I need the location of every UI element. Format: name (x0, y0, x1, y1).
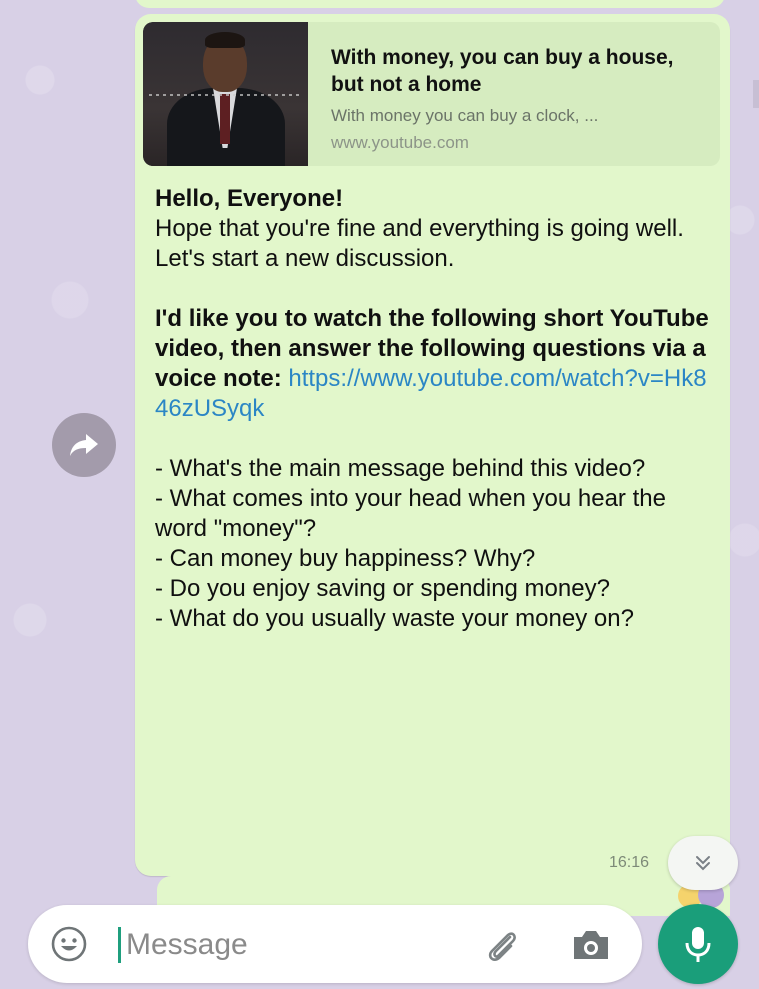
forward-button[interactable] (52, 413, 116, 477)
question-item: - Do you enjoy saving or spending money? (155, 575, 610, 602)
message-bubble[interactable]: With money, you can buy a house, but not… (135, 14, 730, 876)
scroll-to-bottom-button[interactable] (668, 836, 738, 890)
question-item: - Can money buy happiness? Why? (155, 545, 536, 572)
question-item: - What comes into your head when you hea… (155, 485, 666, 542)
message-greeting: Hello, Everyone! (155, 185, 344, 212)
voice-record-button[interactable] (658, 904, 738, 984)
video-thumbnail[interactable] (143, 22, 308, 166)
scrollbar (753, 80, 759, 108)
message-composer (28, 905, 642, 983)
text-cursor (118, 927, 121, 963)
message-line: Hope that you're fine and everything is … (155, 215, 684, 242)
message-timestamp: 16:16 (609, 854, 650, 871)
message-line: Let's start a new discussion. (155, 245, 455, 272)
double-chevron-down-icon (696, 856, 710, 871)
link-preview-card[interactable]: With money, you can buy a house, but not… (143, 22, 720, 166)
paperclip-icon[interactable] (480, 923, 524, 967)
message-text: Hello, Everyone! Hope that you're fine a… (155, 184, 715, 634)
forward-arrow-icon (70, 434, 98, 456)
microphone-icon (685, 927, 711, 962)
question-item: - What's the main message behind this vi… (155, 455, 646, 482)
link-preview-domain: www.youtube.com (331, 133, 469, 152)
link-preview-title: With money, you can buy a house, but not… (331, 46, 674, 96)
message-input[interactable] (124, 919, 458, 971)
previous-message-bubble[interactable] (135, 0, 725, 8)
camera-icon[interactable] (568, 923, 614, 967)
link-preview-description: With money you can buy a clock, ... (331, 106, 599, 125)
question-item: - What do you usually waste your money o… (155, 605, 634, 632)
emoji-icon[interactable] (50, 925, 88, 963)
